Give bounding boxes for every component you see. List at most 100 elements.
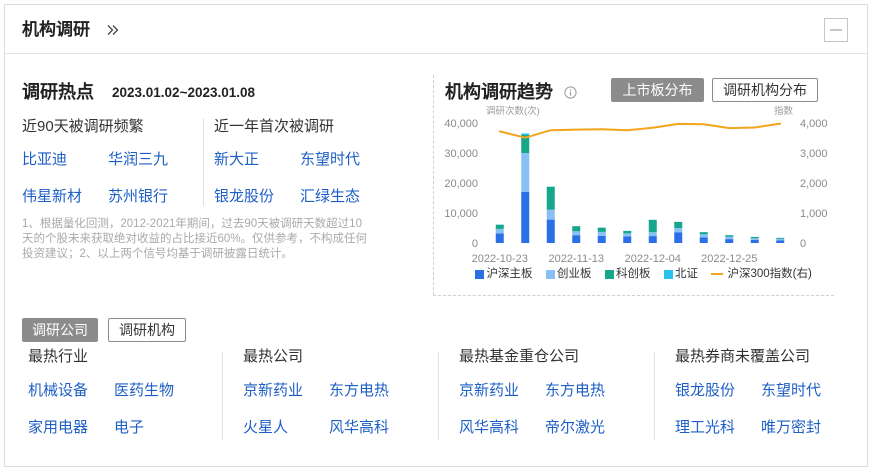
- column-title-hot-company: 最热公司: [243, 348, 304, 365]
- bar-segment-s1-c0: [495, 228, 504, 234]
- bar-segment-s1-c8: [699, 234, 708, 238]
- bar-segment-s2-c7: [674, 222, 683, 228]
- x-tick-label: 2022-11-13: [549, 253, 604, 265]
- group-divider: [203, 118, 204, 206]
- group-label-frequent: 近90天被调研频繁: [22, 118, 144, 135]
- legend-item-main-board[interactable]: 沪深主板: [475, 267, 533, 281]
- industry-link[interactable]: 机械设备: [28, 381, 88, 401]
- bar-segment-s1-c2: [546, 209, 555, 220]
- series-line-csi300: [498, 122, 782, 139]
- tab-institution-distribution[interactable]: 调研机构分布: [712, 78, 818, 102]
- double-chevron-right-icon[interactable]: [106, 23, 120, 37]
- column-title-uncovered: 最热券商未覆盖公司: [675, 348, 811, 365]
- stock-link[interactable]: 华润三九: [108, 150, 168, 170]
- tab-board-distribution[interactable]: 上市板分布: [611, 78, 704, 102]
- bar-segment-s1-c9: [725, 236, 734, 240]
- company-link[interactable]: 京新药业: [243, 381, 303, 401]
- stock-link[interactable]: 苏州银行: [108, 187, 168, 207]
- y-tick-label-left: 30,000: [444, 148, 478, 160]
- legend-label: 科创板: [616, 268, 651, 280]
- bar-segment-s0-c6: [648, 236, 657, 243]
- bar-segment-s0-c4: [597, 235, 606, 243]
- trend-chart: 调研次数(次) 指数 0 10,000 20,000 30,000 40,000 0 1,000…: [444, 105, 828, 265]
- hot-title: 调研热点: [22, 82, 94, 102]
- y-tick-label-left: 20,000: [444, 178, 478, 190]
- company-link[interactable]: 火星人: [243, 418, 288, 438]
- bar-segment-s0-c3: [572, 235, 581, 243]
- group-label-first-time: 近一年首次被调研: [214, 118, 335, 135]
- company-link[interactable]: 东方电热: [329, 381, 389, 401]
- chart-panel-dashed-border-bottom: [433, 295, 834, 296]
- bar-segment-s1-c1: [521, 153, 530, 192]
- legend-line-swatch-csi300: [711, 273, 723, 275]
- bar-segment-s2-c11: [776, 237, 785, 239]
- bar-segment-s0-c2: [546, 219, 555, 243]
- bar-segment-s1-c7: [674, 228, 683, 233]
- legend-item-csi300[interactable]: 沪深300指数(右): [711, 267, 812, 281]
- bar-segment-s2-c3: [572, 226, 581, 232]
- x-tick-label: 2022-12-25: [701, 253, 757, 265]
- bar-segment-s2-c6: [648, 219, 657, 233]
- bar-segment-s1-c10: [750, 238, 759, 240]
- chart-legend: 沪深主板 创业板 科创板 北证 沪深300指数(右): [475, 267, 812, 281]
- column-divider: [654, 352, 655, 440]
- legend-label: 沪深300指数(右): [727, 268, 812, 280]
- disclaimer-note: 1、根据量化回测，2012-2021年期间，过去90天被调研天数超过10天的个股…: [22, 218, 368, 260]
- bar-segment-s0-c11: [776, 240, 785, 243]
- tab-research-companies[interactable]: 调研公司: [22, 318, 98, 342]
- legend-item-star-market[interactable]: 科创板: [604, 267, 651, 281]
- tab-research-institutions[interactable]: 调研机构: [108, 318, 186, 342]
- stock-link[interactable]: 比亚迪: [22, 150, 67, 170]
- column-divider: [222, 352, 223, 440]
- card-title: 机构调研: [22, 20, 90, 39]
- company-link[interactable]: 东望时代: [761, 381, 821, 401]
- minus-square-icon[interactable]: [824, 18, 848, 42]
- bar-segment-s1-c6: [648, 232, 657, 237]
- bar-segment-s2-c5: [623, 231, 632, 234]
- y-tick-label-left: 0: [472, 238, 478, 250]
- stock-link[interactable]: 汇绿生态: [300, 187, 360, 207]
- y-axis-label-right: 指数: [774, 105, 794, 117]
- info-circle-icon[interactable]: [564, 86, 577, 99]
- bar-segment-s0-c0: [495, 233, 504, 243]
- bar-segment-s1-c11: [776, 238, 785, 241]
- industry-link[interactable]: 家用电器: [28, 418, 88, 438]
- stock-link[interactable]: 新大正: [214, 150, 259, 170]
- stock-link[interactable]: 伟星新材: [22, 187, 82, 207]
- bar-segment-s0-c10: [750, 240, 759, 243]
- y-axis-label-left: 调研次数(次): [486, 105, 540, 117]
- industry-link[interactable]: 电子: [114, 418, 144, 438]
- y-tick-label-right: 2,000: [800, 178, 828, 190]
- company-link[interactable]: 帝尔激光: [545, 418, 605, 438]
- y-tick-label-left: 10,000: [444, 208, 478, 220]
- company-link[interactable]: 风华高科: [329, 418, 389, 438]
- company-link[interactable]: 理工光科: [675, 418, 735, 438]
- legend-swatch-star-market: [604, 269, 614, 279]
- stock-link[interactable]: 银龙股份: [214, 187, 274, 207]
- stock-link[interactable]: 东望时代: [300, 150, 360, 170]
- bar-segment-s2-c4: [597, 227, 606, 232]
- bar-segment-s1-c4: [597, 231, 606, 236]
- y-tick-label-right: 1,000: [800, 208, 828, 220]
- y-tick-label-right: 0: [800, 238, 806, 250]
- industry-link[interactable]: 医药生物: [114, 381, 174, 401]
- bar-segment-s1-c5: [623, 233, 632, 237]
- bar-segment-s2-c9: [725, 235, 734, 237]
- company-link[interactable]: 银龙股份: [675, 381, 735, 401]
- bar-segment-s2-c8: [699, 232, 708, 235]
- header-divider: [5, 53, 867, 54]
- legend-item-bse[interactable]: 北证: [663, 267, 698, 281]
- company-link[interactable]: 唯万密封: [761, 418, 821, 438]
- company-link[interactable]: 东方电热: [545, 381, 605, 401]
- y-tick-label-right: 3,000: [800, 148, 828, 160]
- legend-swatch-main-board: [475, 269, 484, 279]
- company-link[interactable]: 风华高科: [459, 418, 519, 438]
- bar-segment-s0-c1: [521, 192, 530, 243]
- y-tick-label-left: 40,000: [444, 118, 478, 130]
- legend-item-chinext[interactable]: 创业板: [545, 267, 592, 281]
- bar-segment-s3-c1: [521, 133, 530, 135]
- x-tick-label: 2022-12-04: [625, 253, 681, 265]
- y-tick-label-right: 4,000: [800, 118, 828, 130]
- column-title-fund-holding: 最热基金重仓公司: [459, 348, 580, 365]
- company-link[interactable]: 京新药业: [459, 381, 519, 401]
